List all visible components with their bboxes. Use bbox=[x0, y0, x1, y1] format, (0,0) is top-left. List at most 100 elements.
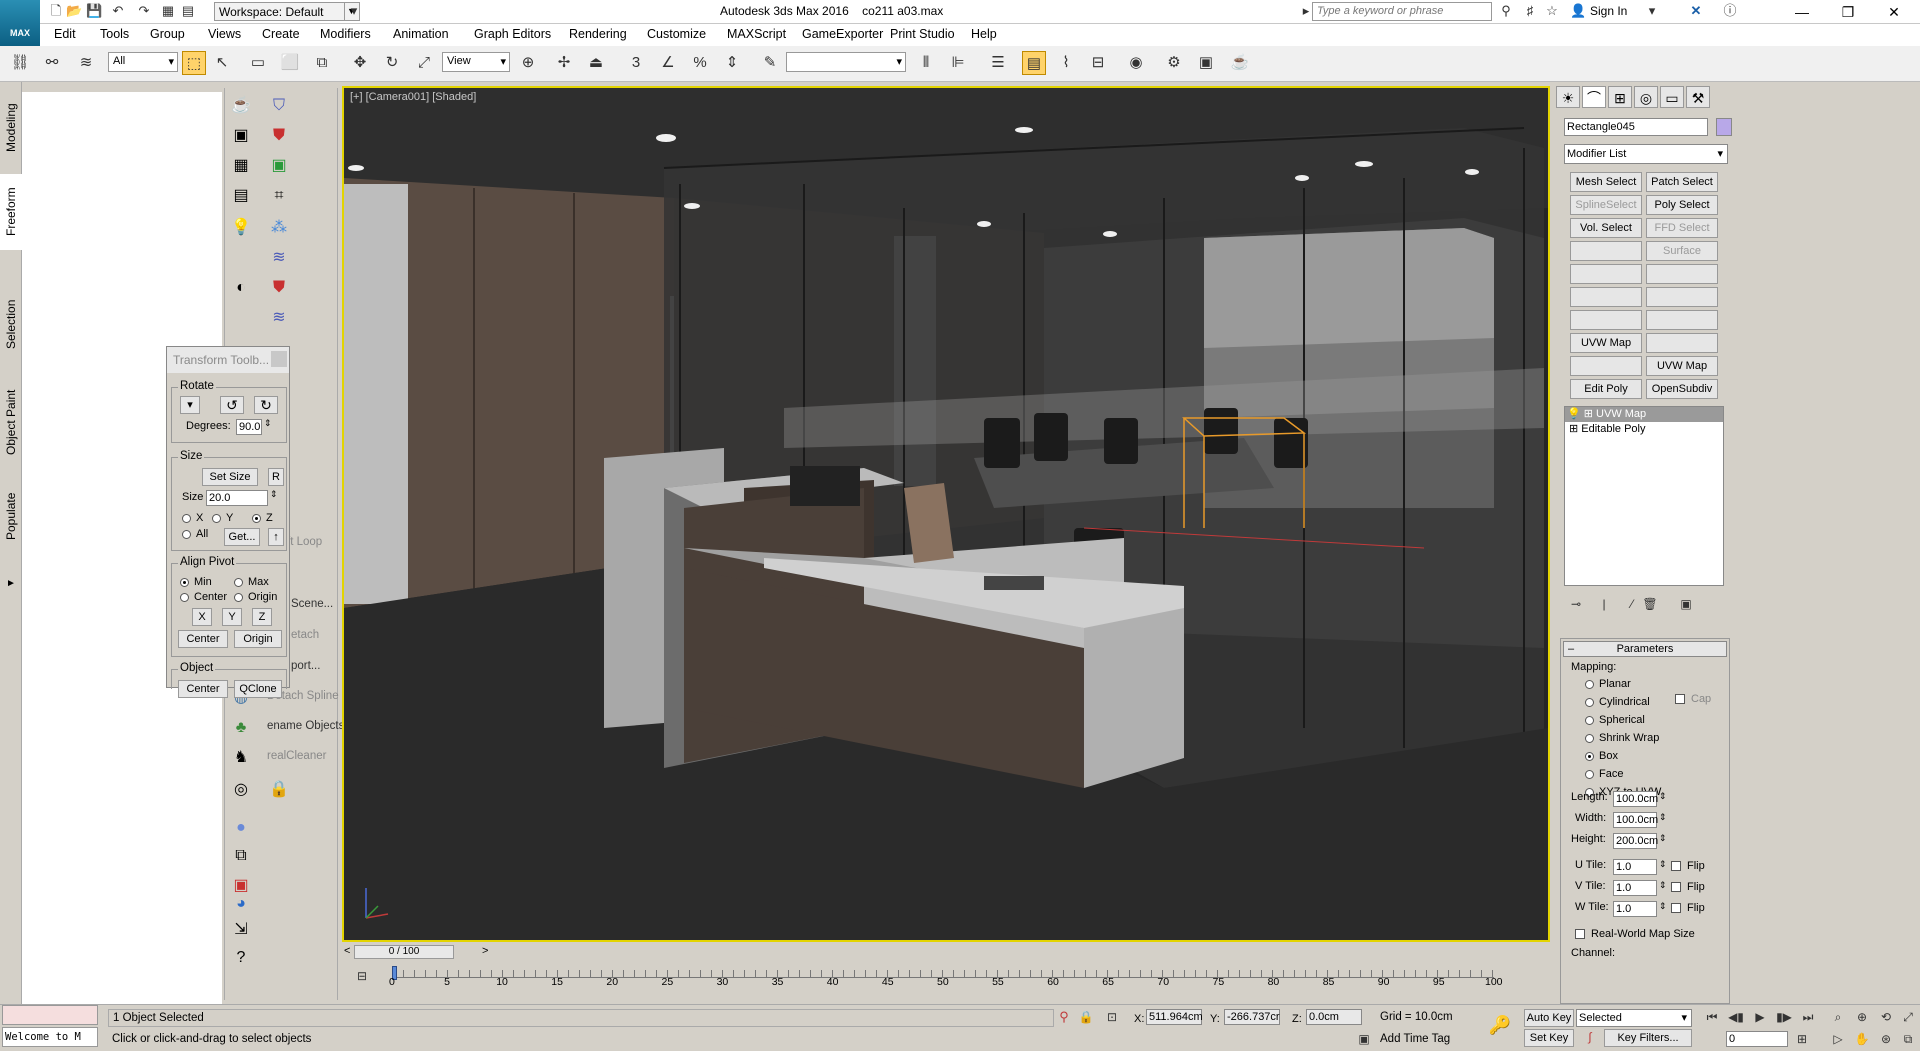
tab-modeling[interactable]: Modeling bbox=[0, 90, 22, 166]
select-object-icon[interactable]: ⬚ bbox=[182, 51, 206, 75]
viewport-label[interactable]: [+] [Camera001] [Shaded] bbox=[350, 91, 476, 103]
time-tag-icon[interactable]: ▣ bbox=[1352, 1027, 1376, 1051]
expand-icon[interactable]: ⊞ bbox=[1569, 423, 1578, 435]
layer-manager-icon[interactable]: ☰ bbox=[986, 51, 1010, 75]
green-screen-icon[interactable]: ▣ bbox=[267, 154, 291, 178]
util-label-realcleaner[interactable]: realCleaner bbox=[267, 750, 326, 762]
shell-icon[interactable]: ◎ bbox=[229, 778, 253, 802]
next-frame-icon[interactable]: ▮▶ bbox=[1772, 1005, 1796, 1029]
modifier-button[interactable]: OpenSubdiv bbox=[1646, 379, 1718, 399]
utile-field[interactable]: 1.0 bbox=[1613, 859, 1657, 875]
degrees-field[interactable]: 90.0 bbox=[236, 419, 262, 435]
export-icon[interactable]: ⇲ bbox=[229, 918, 253, 942]
maxscript-listener-top[interactable] bbox=[2, 1005, 98, 1025]
display-tab-icon[interactable]: ▭ bbox=[1660, 86, 1684, 108]
scale-icon[interactable]: ⤢ bbox=[412, 51, 436, 75]
modifier-button[interactable]: Edit Poly bbox=[1570, 379, 1642, 399]
modifier-button[interactable] bbox=[1646, 287, 1718, 307]
object-name-field[interactable]: Rectangle045 bbox=[1564, 118, 1708, 136]
project-folder-icon[interactable]: ▦ bbox=[160, 3, 176, 19]
redo-icon[interactable]: ↷ bbox=[136, 3, 152, 19]
pivot-center-icon[interactable]: ⊕ bbox=[516, 51, 540, 75]
modifier-button[interactable]: Mesh Select bbox=[1570, 172, 1642, 192]
layers-icon[interactable]: ⧉ bbox=[229, 844, 253, 868]
uflip-checkbox[interactable] bbox=[1671, 861, 1681, 871]
toggle-maximize-icon[interactable]: ⧉ bbox=[1896, 1027, 1920, 1051]
new-file-icon[interactable]: 🗋 bbox=[48, 3, 64, 19]
mapping-radio[interactable] bbox=[1585, 770, 1594, 779]
util-label-loop[interactable]: ft Loop bbox=[287, 536, 322, 548]
particles-icon[interactable]: ⁂ bbox=[267, 216, 291, 240]
close-button[interactable]: ✕ bbox=[1874, 2, 1914, 22]
add-time-tag[interactable]: Add Time Tag bbox=[1376, 1031, 1486, 1049]
vtile-spinner-icon[interactable]: ⇕ bbox=[1659, 880, 1667, 891]
modifier-button[interactable]: Vol. Select bbox=[1570, 218, 1642, 238]
reference-coordinate-dropdown[interactable]: View ▾ bbox=[442, 52, 510, 72]
table-icon[interactable]: ▤ bbox=[229, 184, 253, 208]
modifier-list-dropdown[interactable]: Modifier List ▾ bbox=[1564, 144, 1728, 164]
modifier-button[interactable]: Poly Select bbox=[1646, 195, 1718, 215]
axis-all-radio[interactable] bbox=[182, 530, 191, 539]
user-icon[interactable]: 👤 bbox=[1570, 3, 1586, 19]
schematic-view-icon[interactable]: ⊟ bbox=[1086, 51, 1110, 75]
sphere-blue-icon[interactable]: ◕ bbox=[229, 892, 253, 916]
mapping-radio[interactable] bbox=[1585, 752, 1594, 761]
modifier-button[interactable] bbox=[1570, 241, 1642, 261]
tab-selection[interactable]: Selection bbox=[0, 286, 22, 362]
close-icon[interactable] bbox=[271, 351, 287, 367]
object-center-button[interactable]: Center bbox=[178, 680, 228, 698]
exchange-icon[interactable]: ✕ bbox=[1688, 3, 1704, 19]
realworld-checkbox[interactable] bbox=[1575, 929, 1585, 939]
x-coord-field[interactable]: 511.964cm bbox=[1146, 1009, 1203, 1025]
light-bulb-icon[interactable]: 💡 bbox=[1567, 408, 1581, 420]
workspace-menu-icon[interactable]: ▾ bbox=[346, 3, 362, 19]
cleaner-icon[interactable]: ♞ bbox=[229, 746, 253, 770]
set-size-button[interactable]: Set Size bbox=[202, 468, 258, 486]
mapping-radio[interactable] bbox=[1585, 734, 1594, 743]
pivot-z-button[interactable]: Z bbox=[252, 608, 272, 626]
play-icon[interactable]: ▶ bbox=[1748, 1005, 1772, 1029]
render-setup-icon[interactable]: ⚙ bbox=[1162, 51, 1186, 75]
r-button[interactable]: R bbox=[268, 468, 284, 486]
time-slider[interactable]: < 0 / 100 > bbox=[342, 944, 1550, 960]
go-to-start-icon[interactable]: ⏮ bbox=[1700, 1005, 1724, 1029]
time-slider-thumb[interactable]: 0 / 100 bbox=[354, 945, 454, 959]
pivot-x-button[interactable]: X bbox=[192, 608, 212, 626]
menu-group[interactable]: Group bbox=[150, 27, 185, 41]
length-spinner-icon[interactable]: ⇕ bbox=[1659, 791, 1667, 802]
window-select-icon[interactable]: ⧉ bbox=[310, 51, 334, 75]
mapping-radio[interactable] bbox=[1585, 716, 1594, 725]
modifier-button[interactable]: SplineSelect bbox=[1570, 195, 1642, 215]
sign-in-button[interactable]: Sign In bbox=[1590, 4, 1627, 18]
material-editor-icon[interactable]: ◉ bbox=[1124, 51, 1148, 75]
tab-object-paint[interactable]: Object Paint bbox=[0, 374, 22, 470]
vflip-checkbox[interactable] bbox=[1671, 882, 1681, 892]
modifier-button[interactable]: UVW Map bbox=[1646, 356, 1718, 376]
modifier-button[interactable]: Patch Select bbox=[1646, 172, 1718, 192]
subscription-icon[interactable]: ♯ bbox=[1522, 3, 1538, 19]
rotate-icon[interactable]: ↻ bbox=[380, 51, 404, 75]
shield-icon[interactable]: ⛉ bbox=[267, 94, 291, 118]
util-label-export[interactable]: port... bbox=[291, 660, 320, 672]
calculator-icon[interactable]: ▦ bbox=[229, 154, 253, 178]
save-icon[interactable]: 💾 bbox=[86, 3, 102, 19]
modifier-button[interactable] bbox=[1646, 310, 1718, 330]
width-spinner-icon[interactable]: ⇕ bbox=[1659, 812, 1667, 823]
sphere-icon[interactable]: ● bbox=[229, 816, 253, 840]
absolute-mode-icon[interactable]: ⊡ bbox=[1100, 1005, 1124, 1029]
mapping-radio[interactable] bbox=[1585, 698, 1594, 707]
utile-spinner-icon[interactable]: ⇕ bbox=[1659, 859, 1667, 870]
help-circle-icon[interactable]: ? bbox=[229, 946, 253, 970]
bind-spacewarp-icon[interactable]: ≋ bbox=[74, 51, 98, 75]
up-arrow-icon[interactable]: ↑ bbox=[268, 528, 284, 546]
util-label-detach[interactable]: etach bbox=[291, 629, 319, 641]
pivot-center-button[interactable]: Center bbox=[178, 630, 228, 648]
render-teapot-icon[interactable]: ☕ bbox=[1228, 51, 1252, 75]
degrees-spinner-icon[interactable]: ⇕ bbox=[264, 418, 272, 429]
wtile-field[interactable]: 1.0 bbox=[1613, 901, 1657, 917]
get-button[interactable]: Get... bbox=[224, 528, 260, 546]
grass-icon[interactable]: ♣ bbox=[229, 716, 253, 740]
maximize-viewport-icon[interactable]: ⤢ bbox=[1896, 1005, 1920, 1029]
unlink-icon[interactable]: ⚯ bbox=[40, 51, 64, 75]
select-by-name-icon[interactable]: ↖ bbox=[210, 51, 234, 75]
